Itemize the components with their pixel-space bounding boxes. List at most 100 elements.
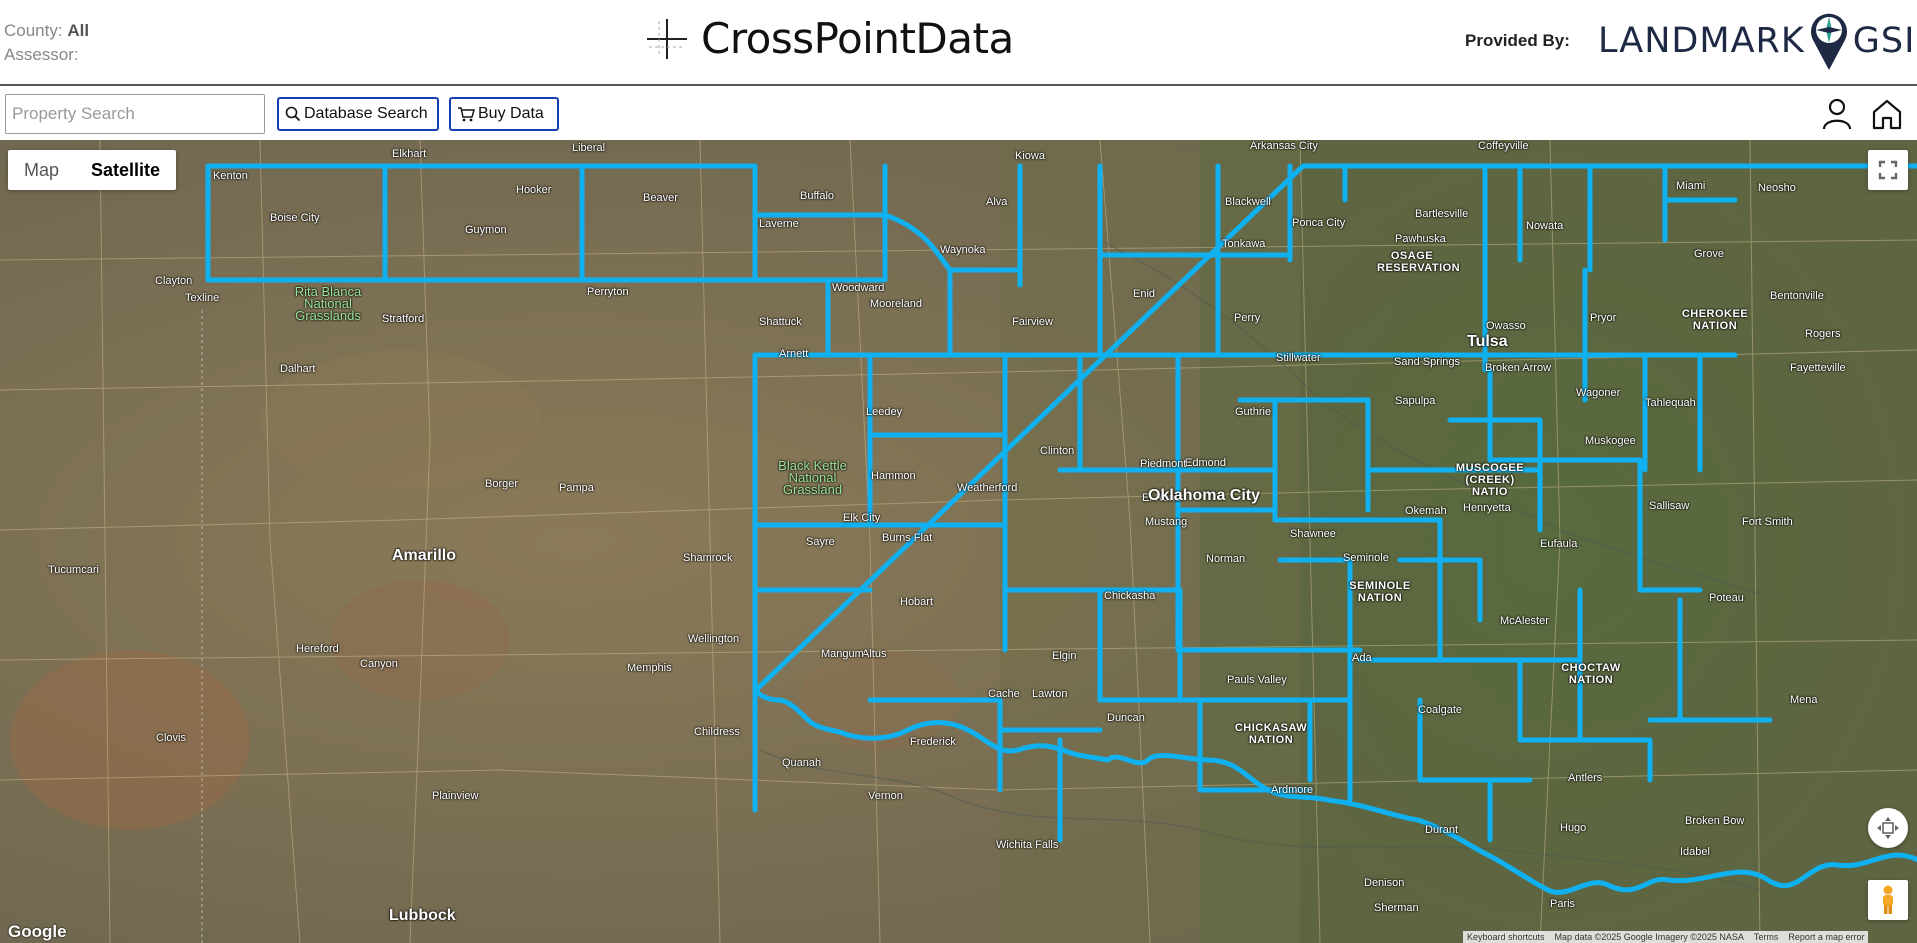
map-label-wellington: Wellington bbox=[688, 633, 740, 645]
map-label-pawhuska: Pawhuska bbox=[1395, 233, 1446, 245]
assessor-label: Assessor: bbox=[4, 45, 79, 64]
map-label-osage-reservation: OSAGE RESERVATION bbox=[1377, 250, 1461, 274]
map-label-perryton: Perryton bbox=[587, 286, 629, 298]
map-label-elk-city: Elk City bbox=[843, 512, 881, 524]
map-label-mena: Mena bbox=[1790, 694, 1818, 706]
map-label-muscogee-nation: MUSCOGEE (CREEK) NATIO bbox=[1455, 462, 1525, 498]
map-label-edmond: Edmond bbox=[1185, 457, 1226, 469]
database-search-label: Database Search bbox=[304, 105, 428, 122]
pegman-icon bbox=[1883, 885, 1893, 914]
county-label: County: bbox=[4, 21, 63, 40]
street-view-pegman[interactable] bbox=[1868, 880, 1908, 920]
map-label-tonkawa: Tonkawa bbox=[1222, 238, 1266, 250]
map-label-durant: Durant bbox=[1425, 824, 1459, 836]
map-label-beaver: Beaver bbox=[643, 192, 678, 204]
map-label-lawton: Lawton bbox=[1032, 688, 1068, 700]
map-label-shamrock: Shamrock bbox=[683, 552, 733, 564]
map-label-elgin: Elgin bbox=[1052, 650, 1077, 662]
user-account-icon[interactable] bbox=[1822, 98, 1852, 130]
map-label-quanah: Quanah bbox=[782, 757, 822, 769]
map-label-ponca-city: Ponca City bbox=[1292, 217, 1346, 229]
map-label-mangum: Mangum bbox=[821, 648, 864, 660]
map-label-perry: Perry bbox=[1234, 312, 1261, 324]
county-info: County: All Assessor: bbox=[4, 19, 89, 67]
map-label-coalgate: Coalgate bbox=[1418, 704, 1463, 716]
map-label-miami: Miami bbox=[1676, 180, 1706, 192]
map-label-paris: Paris bbox=[1550, 898, 1576, 910]
map-label-altus: Altus bbox=[862, 648, 887, 660]
report-error-link[interactable]: Report a map error bbox=[1788, 931, 1864, 943]
map-type-map-button[interactable]: Map bbox=[8, 150, 75, 190]
map-label-neosho: Neosho bbox=[1758, 182, 1796, 194]
home-icon[interactable] bbox=[1871, 98, 1903, 130]
compass-pin-icon bbox=[1810, 13, 1847, 70]
map-label-okemah: Okemah bbox=[1405, 505, 1447, 517]
fullscreen-button[interactable] bbox=[1868, 150, 1908, 190]
map-label-shawnee: Shawnee bbox=[1290, 528, 1336, 540]
map-label-clovis: Clovis bbox=[156, 732, 186, 744]
map-label-leedey: Leedey bbox=[866, 406, 903, 418]
map-label-oklahoma-city: Oklahoma City bbox=[1148, 487, 1261, 504]
map-label-sallisaw: Sallisaw bbox=[1649, 500, 1690, 512]
map-label-cherokee-nation: CHEROKEE NATION bbox=[1681, 308, 1749, 332]
map-label-idabel: Idabel bbox=[1680, 846, 1710, 858]
map-label-rita-blanca: Rita Blanca National Grasslands bbox=[294, 284, 362, 323]
google-logo[interactable]: Google bbox=[8, 922, 67, 942]
map-label-grove: Grove bbox=[1694, 248, 1724, 260]
map-label-pauls-valley: Pauls Valley bbox=[1227, 674, 1287, 686]
satellite-map[interactable]: Elkhart Liberal Kiowa Arkansas City Coff… bbox=[0, 140, 1917, 943]
map-label-wagoner: Wagoner bbox=[1576, 387, 1621, 399]
map-label-borger: Borger bbox=[485, 478, 519, 490]
map-label-seminole-nation: SEMINOLE NATION bbox=[1349, 580, 1411, 604]
map-label-pryor: Pryor bbox=[1590, 312, 1617, 324]
map-label-childress: Childress bbox=[694, 726, 740, 738]
map-label-fort-smith: Fort Smith bbox=[1742, 516, 1793, 528]
map-attribution: Keyboard shortcuts Map data ©2025 Google… bbox=[1463, 931, 1869, 943]
landmark-gsi-logo[interactable]: LANDMARK GSI bbox=[1598, 10, 1915, 72]
map-label-sayre: Sayre bbox=[806, 536, 835, 548]
property-search-input[interactable] bbox=[5, 94, 265, 134]
map-label-clinton: Clinton bbox=[1040, 445, 1075, 457]
map-label-fayetteville: Fayetteville bbox=[1790, 362, 1846, 374]
cart-icon bbox=[458, 107, 475, 122]
database-search-button[interactable]: Database Search bbox=[277, 97, 439, 131]
map-label-seminole: Seminole bbox=[1343, 552, 1389, 564]
map-label-burns-flat: Burns Flat bbox=[882, 532, 933, 544]
buy-data-label: Buy Data bbox=[478, 105, 544, 122]
toolbar: Database Search Buy Data bbox=[0, 86, 1917, 140]
map-label-pampa: Pampa bbox=[559, 482, 594, 494]
map-label-tucumcari: Tucumcari bbox=[48, 564, 99, 576]
map-type-satellite-button[interactable]: Satellite bbox=[75, 150, 176, 190]
map-label-alva: Alva bbox=[986, 196, 1008, 208]
app-header: County: All Assessor: CrossPointData Pro… bbox=[0, 0, 1917, 86]
camera-control-button[interactable] bbox=[1868, 808, 1908, 848]
map-label-sapulpa: Sapulpa bbox=[1395, 395, 1436, 407]
map-label-stratford: Stratford bbox=[382, 313, 425, 325]
landmark-text: LANDMARK bbox=[1598, 21, 1805, 61]
buy-data-button[interactable]: Buy Data bbox=[449, 97, 559, 131]
map-type-control: Map Satellite bbox=[8, 150, 177, 190]
map-label-lubbock: Lubbock bbox=[389, 907, 456, 924]
map-label-mustang: Mustang bbox=[1145, 516, 1188, 528]
map-label-fairview: Fairview bbox=[1012, 316, 1053, 328]
map-label-weatherford: Weatherford bbox=[957, 482, 1018, 494]
terms-link[interactable]: Terms bbox=[1754, 931, 1779, 943]
map-imagery bbox=[0, 140, 1917, 943]
keyboard-shortcuts-link[interactable]: Keyboard shortcuts bbox=[1467, 931, 1545, 943]
map-label-broken-bow: Broken Bow bbox=[1685, 815, 1745, 827]
map-label-tulsa: Tulsa bbox=[1467, 333, 1508, 350]
map-label-elkhart: Elkhart bbox=[392, 148, 427, 160]
map-label-bartlesville: Bartlesville bbox=[1415, 208, 1469, 220]
map-label-texline: Texline bbox=[185, 292, 220, 304]
map-label-waynoka: Waynoka bbox=[940, 244, 986, 256]
map-label-norman: Norman bbox=[1206, 553, 1246, 565]
map-label-laverne: Laverne bbox=[759, 218, 799, 230]
map-label-clayton: Clayton bbox=[155, 275, 193, 287]
map-label-canyon: Canyon bbox=[360, 658, 398, 670]
map-label-blackwell: Blackwell bbox=[1225, 196, 1271, 208]
fullscreen-icon bbox=[1878, 160, 1898, 180]
map-label-kiowa: Kiowa bbox=[1015, 150, 1045, 162]
map-label-mcalester: McAlester bbox=[1500, 615, 1549, 627]
map-label-dalhart: Dalhart bbox=[280, 363, 316, 375]
map-label-stillwater: Stillwater bbox=[1276, 352, 1321, 364]
